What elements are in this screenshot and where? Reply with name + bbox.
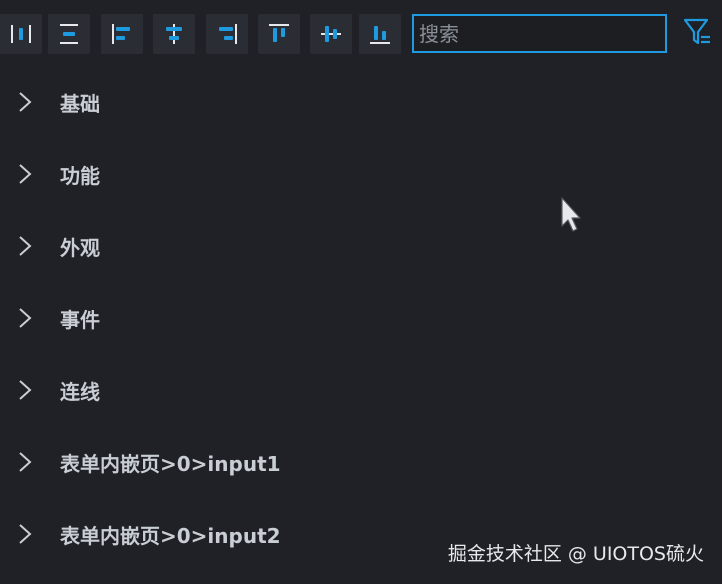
align-middle-vertical-button[interactable] xyxy=(310,14,352,54)
distribute-horizontal-icon xyxy=(11,25,31,43)
align-middle-vertical-icon xyxy=(321,26,341,42)
align-top-button[interactable] xyxy=(258,14,300,54)
align-right-icon xyxy=(219,24,237,44)
chevron-right-icon[interactable] xyxy=(18,235,32,257)
tree-item-label: 连线 xyxy=(60,380,100,404)
search-input[interactable] xyxy=(419,17,659,50)
tree-item-label: 功能 xyxy=(60,164,100,188)
chevron-right-icon[interactable] xyxy=(18,163,32,185)
tree-item-function[interactable]: 功能 xyxy=(0,138,722,210)
align-right-button[interactable] xyxy=(206,14,248,54)
tree-item-connections[interactable]: 连线 xyxy=(0,354,722,426)
align-left-icon xyxy=(112,24,130,44)
tree-item-label: 表单内嵌页>0>input1 xyxy=(60,452,281,476)
tree-item-form-input1[interactable]: 表单内嵌页>0>input1 xyxy=(0,426,722,498)
tree-item-label: 表单内嵌页>0>input2 xyxy=(60,524,281,548)
align-center-horizontal-icon xyxy=(166,24,182,44)
tree-item-events[interactable]: 事件 xyxy=(0,282,722,354)
search-box[interactable] xyxy=(412,14,667,53)
distribute-horizontal-button[interactable] xyxy=(0,14,42,54)
mouse-cursor-icon xyxy=(561,197,581,232)
chevron-right-icon[interactable] xyxy=(18,307,32,329)
chevron-right-icon[interactable] xyxy=(18,451,32,473)
chevron-right-icon[interactable] xyxy=(18,379,32,401)
toolbar xyxy=(0,0,722,66)
align-bottom-icon xyxy=(370,26,390,44)
chevron-right-icon[interactable] xyxy=(18,91,32,113)
tree-item-label: 外观 xyxy=(60,236,100,260)
filter-icon xyxy=(683,18,710,45)
align-top-icon xyxy=(269,24,289,42)
distribute-vertical-button[interactable] xyxy=(48,14,90,54)
watermark: 掘金技术社区 @ UIOTOS硫火 xyxy=(447,543,704,565)
property-tree: 基础 功能 外观 事件 连线 表单内嵌页>0>input1 表单内嵌页>0>in… xyxy=(0,66,722,570)
filter-button[interactable] xyxy=(682,16,712,50)
tree-item-appearance[interactable]: 外观 xyxy=(0,210,722,282)
tree-item-label: 基础 xyxy=(60,92,100,116)
tree-item-basic[interactable]: 基础 xyxy=(0,66,722,138)
align-center-horizontal-button[interactable] xyxy=(153,14,195,54)
tree-item-label: 事件 xyxy=(60,308,100,332)
distribute-vertical-icon xyxy=(60,24,78,44)
align-bottom-button[interactable] xyxy=(359,14,401,54)
align-left-button[interactable] xyxy=(101,14,143,54)
chevron-right-icon[interactable] xyxy=(18,523,32,545)
